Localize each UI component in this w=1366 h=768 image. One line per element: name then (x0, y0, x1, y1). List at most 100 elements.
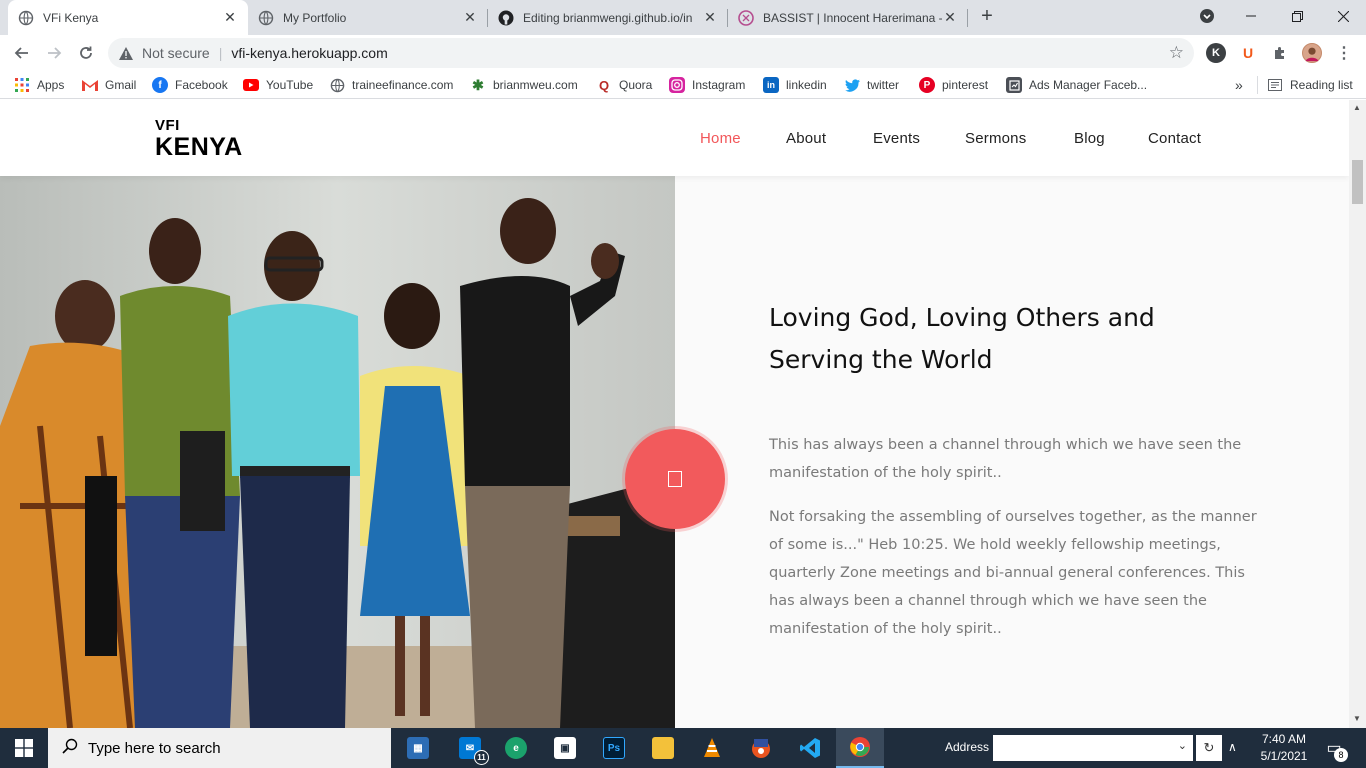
bookmark-star-icon[interactable]: ☆ (1169, 43, 1184, 63)
tab-editing-github[interactable]: Editing brianmwengi.github.io/in ✕ (488, 0, 728, 35)
page-scrollbar[interactable]: ▲ ▼ (1349, 100, 1366, 728)
notification-center-button[interactable]: ▭ 8 (1322, 736, 1348, 762)
taskbar-app-news[interactable]: ▦ (394, 728, 442, 768)
scroll-down-icon[interactable]: ▼ (1353, 714, 1361, 723)
menu-kebab-icon[interactable]: ⋮ (1334, 43, 1354, 63)
bookmark-label: linkedin (786, 78, 827, 92)
taskbar-app-vscode[interactable] (786, 728, 834, 768)
tab-title: Editing brianmwengi.github.io/in (523, 10, 693, 25)
bookmark-linkedin[interactable]: in linkedin (763, 76, 827, 94)
bookmark-traineefinance[interactable]: traineefinance.com (329, 76, 453, 94)
address-bar[interactable]: Not secure | vfi-kenya.herokuapp.com ☆ (108, 38, 1194, 68)
restore-button[interactable] (1274, 0, 1320, 32)
kaspersky-extension-icon[interactable]: K (1206, 43, 1226, 63)
close-tab-icon[interactable]: ✕ (462, 9, 478, 26)
bookmark-instagram[interactable]: Instagram (669, 76, 745, 94)
bookmark-twitter[interactable]: twitter (844, 76, 899, 94)
taskbar-app-ubuntu[interactable] (737, 728, 785, 768)
taskbar-app-file-explorer[interactable] (639, 728, 687, 768)
tab-title: My Portfolio (283, 10, 347, 25)
bookmark-label: YouTube (266, 78, 314, 92)
taskbar-app-photoshop[interactable]: Ps (590, 728, 638, 768)
arrow-right-icon (48, 47, 62, 59)
taskbar-address-label: Address (945, 740, 990, 754)
bookmark-brianmweu[interactable]: ✱ brianmweu.com (470, 76, 578, 94)
youtube-icon (243, 77, 259, 93)
hero-headline: Loving God, Loving Others and Serving th… (769, 303, 1155, 374)
reload-button[interactable] (72, 39, 100, 67)
bookmark-label: Facebook (175, 78, 228, 92)
bookmark-gmail[interactable]: Gmail (82, 76, 136, 94)
chevron-down-icon[interactable]: ⌄ (1178, 739, 1187, 752)
tab-my-portfolio[interactable]: My Portfolio ✕ (248, 0, 488, 35)
news-icon: ▦ (407, 737, 429, 759)
close-tab-icon[interactable]: ✕ (702, 9, 718, 26)
scroll-up-icon[interactable]: ▲ (1353, 103, 1361, 112)
minimize-icon (1246, 15, 1256, 17)
nav-home[interactable]: Home (700, 130, 741, 147)
ads-manager-icon (1006, 77, 1022, 93)
site-logo-bottom[interactable]: KENYA (155, 133, 243, 162)
bookmark-ads-manager[interactable]: Ads Manager Faceb... (1006, 76, 1147, 94)
tab-vfi-kenya[interactable]: VFi Kenya ✕ (8, 0, 248, 35)
globe-icon (18, 10, 34, 26)
url-text[interactable]: vfi-kenya.herokuapp.com (231, 45, 387, 61)
profile-avatar[interactable] (1302, 43, 1322, 63)
nav-about[interactable]: About (786, 130, 826, 147)
bookmark-youtube[interactable]: YouTube (243, 76, 313, 94)
clock-time: 7:40 AM (1261, 732, 1307, 746)
tab-search-button[interactable] (1184, 0, 1230, 32)
nav-sermons[interactable]: Sermons (965, 130, 1026, 147)
bookmark-apps[interactable]: Apps (14, 76, 64, 94)
vscode-icon (800, 738, 820, 758)
taskbar-app-mail[interactable]: ✉ 11 (446, 728, 494, 768)
site-logo-top[interactable]: VFI (155, 117, 180, 134)
taskbar-app-chrome[interactable] (836, 728, 884, 768)
nav-contact[interactable]: Contact (1148, 130, 1201, 147)
taskbar-app-store[interactable]: ▣ (541, 728, 589, 768)
omnibox-divider: | (218, 45, 223, 61)
search-icon (62, 738, 78, 759)
bookmark-label: twitter (867, 78, 900, 92)
taskbar-clock[interactable]: 7:40 AM 5/1/2021 (1252, 731, 1316, 765)
forward-button[interactable] (40, 39, 68, 67)
store-icon: ▣ (554, 737, 576, 759)
taskbar-address-input[interactable]: ⌄ (993, 735, 1193, 761)
taskbar-app-edge[interactable]: e (492, 728, 540, 768)
reading-list-button[interactable]: Reading list (1267, 76, 1353, 94)
taskbar-app-vlc[interactable] (688, 728, 736, 768)
bassist-icon (738, 9, 754, 26)
scrollbar-thumb[interactable] (1352, 160, 1363, 204)
taskbar-address-go-button[interactable]: ↻ (1196, 735, 1222, 761)
hero-paragraph-2: Not forsaking the assembling of ourselve… (769, 509, 1257, 637)
taskbar-search-box[interactable]: Type here to search (48, 728, 391, 768)
mail-badge: 11 (474, 750, 489, 765)
bookmarks-divider (1257, 76, 1258, 94)
bookmark-facebook[interactable]: f Facebook (152, 76, 228, 94)
bookmarks-overflow-button[interactable]: » (1235, 76, 1243, 94)
security-status[interactable]: Not secure (142, 45, 210, 61)
tray-overflow-icon[interactable]: ∧ (1228, 740, 1237, 754)
new-tab-button[interactable]: + (975, 5, 999, 29)
bookmark-label: Gmail (105, 78, 137, 92)
nav-blog[interactable]: Blog (1074, 130, 1105, 147)
ubuntu-icon (752, 739, 770, 758)
site-header: VFI KENYA Home About Events Sermons Blog… (0, 100, 1349, 176)
reading-list-icon (1267, 77, 1283, 93)
nav-events[interactable]: Events (873, 130, 920, 147)
mail-icon: ✉ 11 (459, 737, 489, 765)
close-window-button[interactable] (1320, 0, 1366, 32)
bookmark-pinterest[interactable]: P pinterest (919, 76, 988, 94)
start-button[interactable] (0, 728, 48, 768)
bookmark-quora[interactable]: Q Quora (596, 76, 652, 94)
warning-icon[interactable] (118, 46, 136, 61)
extensions-puzzle-icon[interactable] (1270, 43, 1290, 63)
ublock-extension-icon[interactable]: U (1238, 43, 1258, 63)
tab-bassist[interactable]: BASSIST | Innocent Harerimana - ✕ (728, 0, 968, 35)
back-button[interactable] (8, 39, 36, 67)
video-play-button[interactable] (622, 426, 728, 532)
chrome-icon (850, 737, 870, 757)
minimize-button[interactable] (1228, 0, 1274, 32)
close-tab-icon[interactable]: ✕ (222, 9, 238, 26)
close-tab-icon[interactable]: ✕ (942, 9, 958, 26)
